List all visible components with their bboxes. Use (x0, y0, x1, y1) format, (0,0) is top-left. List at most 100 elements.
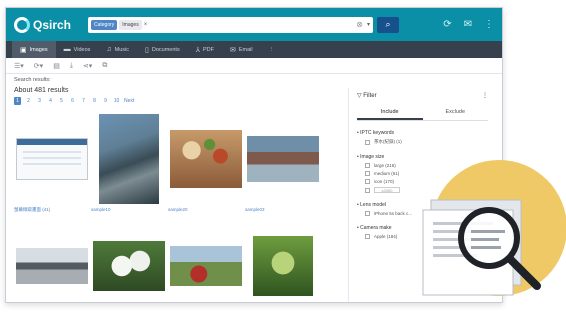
tab-exclude[interactable]: Exclude (423, 109, 489, 120)
page-9[interactable]: 9 (102, 97, 109, 105)
tab-pdf-label: PDF (202, 46, 214, 53)
checkbox[interactable] (365, 187, 370, 193)
app-name: Qsirch (33, 17, 72, 32)
remove-tag-icon[interactable]: × (144, 22, 148, 28)
image-result[interactable] (91, 221, 166, 302)
refresh-icon[interactable]: ⟳ (443, 19, 451, 30)
search-icon: ⌕ (385, 19, 391, 29)
page-6[interactable]: 6 (69, 97, 76, 105)
search-keyword-tag[interactable]: Images (119, 19, 142, 30)
search-bar[interactable]: Category Images × ⊗ ▾ (88, 16, 373, 33)
filter-more-icon[interactable]: ⋮ (482, 92, 488, 99)
image-result[interactable]: sample10 (91, 114, 166, 215)
thumbnail[interactable] (91, 221, 166, 302)
filter-icon: ▽ (357, 93, 362, 99)
image-result[interactable]: sample20 (168, 114, 243, 215)
mail-icon[interactable]: ✉ (464, 19, 472, 30)
magnifier-illustration (422, 160, 566, 296)
results-toolbar: ☰▾ ⟳▾ ▤ ⤓ ⋖▾ ⧉ (6, 58, 502, 74)
sort-icon[interactable]: ⟳▾ (34, 62, 43, 70)
filter-option[interactable]: 茶水(紀錄) (1) (365, 139, 488, 145)
more-icon[interactable]: ⋮ (484, 19, 494, 30)
clear-search-icon[interactable]: ⊗ (356, 20, 363, 29)
page-1[interactable]: 1 (14, 97, 21, 105)
header-actions: ⟳ ✉ ⋮ (443, 19, 494, 30)
checkbox[interactable] (365, 171, 370, 176)
thumbnail[interactable] (14, 114, 89, 204)
filter-section-title[interactable]: IPTC keywords (357, 130, 488, 136)
pdf-icon: ⅄ (195, 46, 200, 54)
page-8[interactable]: 8 (91, 97, 98, 105)
file-type-tabs: ▣ Images ▬ Videos ♫ Music ▯ Documents ⅄ PDF ✉… (6, 41, 502, 58)
thumbnail[interactable] (245, 114, 320, 204)
image-caption[interactable]: sample20 (168, 207, 243, 215)
results-area: Search results: About 481 results 1 2 3 … (6, 74, 346, 302)
tab-email[interactable]: ✉ Email (222, 41, 261, 58)
app-header: Qsirch Category Images × ⊗ ▾ ⌕ ⟳ ✉ ⋮ (6, 8, 502, 41)
filter-tabs: Include Exclude (357, 109, 488, 121)
select-icon[interactable]: ▤ (53, 62, 60, 70)
filter-option-label: iPhone 5s back c... (374, 211, 413, 216)
tab-more[interactable]: ⋮ (261, 41, 283, 58)
search-category-tag[interactable]: Category (91, 19, 118, 30)
share-icon[interactable]: ⋖▾ (83, 62, 92, 70)
page-3[interactable]: 3 (36, 97, 43, 105)
coast-thumbnail-image (98, 114, 159, 204)
filter-section-iptc: IPTC keywords 茶水(紀錄) (1) (357, 130, 488, 145)
canal-thumbnail-image (246, 136, 319, 182)
image-result[interactable]: sample03 (245, 114, 320, 215)
size-range-field[interactable]: x2000 (374, 187, 400, 193)
results-count: About 481 results (14, 87, 69, 94)
thumbnail[interactable] (14, 221, 89, 302)
image-result[interactable]: 螢幕擷取畫面 (41) (14, 114, 89, 215)
page-7[interactable]: 7 (80, 97, 87, 105)
email-icon: ✉ (229, 46, 236, 54)
checkbox[interactable] (365, 234, 370, 239)
image-icon: ▣ (20, 46, 27, 54)
page-5[interactable]: 5 (58, 97, 65, 105)
filter-option-label: 茶水(紀錄) (1) (374, 139, 402, 144)
thumbnail[interactable] (168, 221, 243, 302)
filter-title: Filter (363, 93, 377, 99)
page-2[interactable]: 2 (25, 97, 32, 105)
pagination: 1 2 3 4 5 6 7 8 9 10 Next (14, 97, 338, 105)
image-caption[interactable]: 螢幕擷取畫面 (41) (14, 207, 89, 215)
image-caption[interactable]: sample03 (245, 207, 320, 215)
app-logo[interactable]: Qsirch (14, 16, 80, 33)
qsirch-logo-icon (14, 16, 30, 33)
tab-music[interactable]: ♫ Music (98, 41, 137, 58)
next-page-link[interactable]: Next (124, 98, 134, 104)
image-caption[interactable]: sample10 (91, 207, 166, 215)
filter-option-label: medium (61) (374, 171, 400, 176)
page-10[interactable]: 10 (113, 97, 120, 105)
checkbox[interactable] (365, 211, 370, 216)
view-mode-icon[interactable]: ☰▾ (14, 62, 24, 70)
tab-documents[interactable]: ▯ Documents (137, 41, 188, 58)
tab-include[interactable]: Include (357, 109, 423, 120)
tree-thumbnail-image (252, 236, 313, 296)
page-4[interactable]: 4 (47, 97, 54, 105)
image-result[interactable] (14, 221, 89, 302)
thumbnail[interactable] (245, 221, 320, 302)
tab-videos-label: Videos (73, 46, 91, 53)
download-icon[interactable]: ⤓ (70, 62, 73, 70)
tab-images[interactable]: ▣ Images (12, 41, 56, 58)
checkbox[interactable] (365, 179, 370, 184)
thumbnail[interactable] (91, 114, 166, 204)
image-result[interactable] (168, 221, 243, 302)
tab-videos[interactable]: ▬ Videos (56, 41, 99, 58)
tab-images-label: Images (29, 46, 48, 53)
tab-email-label: Email (238, 46, 253, 53)
search-button[interactable]: ⌕ (377, 16, 399, 33)
search-dropdown-icon[interactable]: ▾ (367, 21, 370, 28)
filter-option-label: large (216) (374, 163, 396, 168)
open-icon[interactable]: ⧉ (102, 62, 107, 70)
video-icon: ▬ (63, 46, 71, 53)
thumbnail[interactable] (168, 114, 243, 204)
checkbox[interactable] (365, 163, 370, 168)
tab-pdf[interactable]: ⅄ PDF (188, 41, 222, 58)
image-result[interactable] (245, 221, 320, 302)
results-label: Search results: (14, 77, 51, 83)
filter-header: ▽ Filter ⋮ (357, 92, 488, 99)
checkbox[interactable] (365, 139, 370, 145)
